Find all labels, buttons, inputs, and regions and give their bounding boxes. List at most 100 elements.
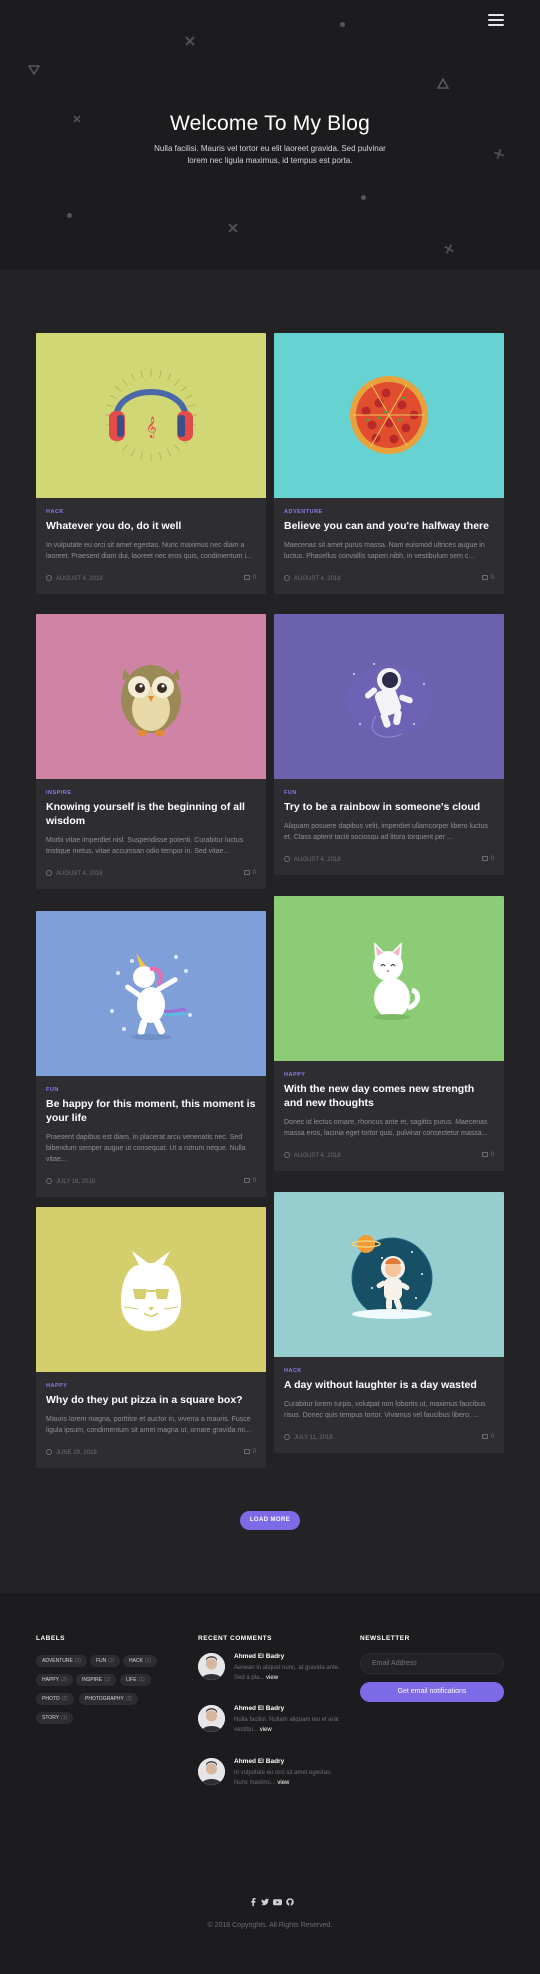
comment-icon — [481, 1434, 488, 1439]
post-card[interactable]: HAPPY With the new day comes new strengt… — [274, 896, 504, 1171]
post-tag[interactable]: ADVENTURE — [284, 509, 494, 515]
github-icon[interactable] — [286, 1898, 294, 1908]
label-name: STORY — [42, 1715, 60, 1721]
post-title[interactable]: A day without laughter is a day wasted — [284, 1378, 494, 1392]
footer: LABELS ADVENTURE (1) FUN (2) HACK (2) HAPPY (2)… — [0, 1593, 540, 1974]
view-comment-link[interactable]: view — [260, 1727, 272, 1733]
clock-icon — [46, 1178, 52, 1184]
label-chip-life[interactable]: LIFE (1) — [120, 1674, 151, 1686]
dot-decoration-icon — [361, 195, 366, 200]
label-name: INSPIRE — [82, 1677, 103, 1683]
comment-author[interactable]: Ahmed El Badry — [234, 1758, 284, 1765]
label-chip-story[interactable]: STORY (1) — [36, 1712, 74, 1724]
post-date-text: AUGUST 4, 2018 — [294, 857, 341, 863]
post-image[interactable] — [274, 333, 504, 498]
post-comments[interactable]: 0 — [243, 1449, 256, 1455]
post-date: JULY 11, 2018 — [284, 1434, 333, 1441]
post-date-text: AUGUST 4, 2018 — [294, 1153, 341, 1159]
post-meta: JULY 11, 2018 0 — [284, 1433, 494, 1443]
label-chip-inspire[interactable]: INSPIRE (1) — [76, 1674, 117, 1686]
post-excerpt: Mauris lorem magna, porttitor et auctor … — [46, 1416, 251, 1434]
hero-title: Welcome To My Blog — [169, 112, 371, 135]
load-more-button[interactable]: LOAD MORE — [240, 1511, 300, 1530]
recent-comment: Ahmed El Badry Aenean in aliquet nunc, a… — [198, 1653, 348, 1693]
post-comments[interactable]: 0 — [481, 575, 494, 581]
clock-icon — [284, 856, 290, 862]
post-comments[interactable]: 0 — [481, 1434, 494, 1440]
post-date-text: JUNE 29, 2018 — [56, 1450, 97, 1456]
post-card[interactable]: HAPPY Why do they put pizza in a square … — [36, 1207, 266, 1468]
post-image[interactable] — [36, 614, 266, 779]
hero-subtitle: Nulla facilisi. Mauris vel tortor eu eli… — [154, 144, 386, 165]
post-comments-count: 0 — [252, 1178, 256, 1184]
avatar[interactable] — [198, 1758, 225, 1785]
recent-comments-heading: RECENT COMMENTS — [198, 1635, 272, 1642]
post-tag[interactable]: HACK — [284, 1368, 494, 1374]
clock-icon — [284, 1434, 290, 1440]
post-card[interactable]: FUN Try to be a rainbow in someone's clo… — [274, 614, 504, 875]
post-tag[interactable]: FUN — [284, 790, 494, 796]
email-input[interactable]: Email Address — [360, 1653, 504, 1674]
post-comments[interactable]: 0 — [481, 1152, 494, 1158]
comment-author[interactable]: Ahmed El Badry — [234, 1653, 284, 1660]
hero-section: Welcome To My Blog Nulla facilisi. Mauri… — [0, 0, 540, 270]
post-tag[interactable]: HAPPY — [284, 1072, 494, 1078]
post-date: JUNE 29, 2018 — [46, 1449, 97, 1456]
avatar[interactable] — [198, 1653, 225, 1680]
post-title[interactable]: With the new day comes new strength and … — [284, 1082, 494, 1110]
post-excerpt: Aliquam posuere dapibus velit, imperdiet… — [284, 823, 488, 841]
label-chip-adventure[interactable]: ADVENTURE (1) — [36, 1655, 87, 1667]
clock-icon — [46, 870, 52, 876]
post-tag[interactable]: HAPPY — [46, 1383, 256, 1389]
cross-decoration-icon — [228, 223, 238, 233]
post-image[interactable] — [274, 1192, 504, 1357]
post-title[interactable]: Whatever you do, do it well — [46, 519, 256, 533]
post-card[interactable]: FUN Be happy for this moment, this momen… — [36, 911, 266, 1197]
post-comments[interactable]: 0 — [243, 1178, 256, 1184]
label-chip-hack[interactable]: HACK (2) — [123, 1655, 158, 1667]
comment-icon — [243, 1178, 250, 1183]
post-image[interactable] — [36, 1207, 266, 1372]
post-image[interactable] — [36, 911, 266, 1076]
avatar[interactable] — [198, 1705, 225, 1732]
post-title[interactable]: Try to be a rainbow in someone's cloud — [284, 800, 494, 814]
post-comments[interactable]: 0 — [243, 575, 256, 581]
post-tag[interactable]: INSPIRE — [46, 790, 256, 796]
post-card[interactable]: ADVENTURE Believe you can and you're hal… — [274, 333, 504, 594]
post-title[interactable]: Knowing yourself is the beginning of all… — [46, 800, 256, 828]
view-comment-link[interactable]: view — [277, 1780, 289, 1786]
post-comments[interactable]: 0 — [481, 856, 494, 862]
headphones-illustration-icon: 𝄞 — [36, 333, 266, 498]
post-date: AUGUST 4, 2018 — [284, 856, 341, 863]
twitter-icon[interactable] — [261, 1898, 269, 1908]
post-title[interactable]: Why do they put pizza in a square box? — [46, 1393, 256, 1407]
label-chip-photo[interactable]: PHOTO (2) — [36, 1693, 74, 1705]
comment-icon — [481, 1152, 488, 1157]
post-image[interactable] — [274, 614, 504, 779]
post-title[interactable]: Believe you can and you're halfway there — [284, 519, 494, 533]
youtube-icon[interactable] — [273, 1898, 282, 1908]
post-card[interactable]: HACK A day without laughter is a day was… — [274, 1192, 504, 1453]
space-kid-illustration-icon — [274, 1192, 504, 1357]
clock-icon — [284, 1152, 290, 1158]
post-date: JULY 18, 2018 — [46, 1178, 95, 1185]
post-title[interactable]: Be happy for this moment, this moment is… — [46, 1097, 256, 1125]
label-chip-photography[interactable]: PHOTOGRAPHY (3) — [79, 1693, 138, 1705]
facebook-icon[interactable] — [250, 1898, 256, 1908]
post-meta: AUGUST 4, 2018 0 — [284, 574, 494, 584]
subscribe-button[interactable]: Get email notifications — [360, 1682, 504, 1702]
post-tag[interactable]: FUN — [46, 1087, 256, 1093]
post-image[interactable]: 𝄞 — [36, 333, 266, 498]
label-chip-happy[interactable]: HAPPY (2) — [36, 1674, 74, 1686]
post-image[interactable] — [274, 896, 504, 1061]
post-meta: JUNE 29, 2018 0 — [46, 1448, 256, 1458]
post-comments[interactable]: 0 — [243, 870, 256, 876]
post-card[interactable]: 𝄞 HACK Whatever you do, do it well In vu… — [36, 333, 266, 594]
label-chip-fun[interactable]: FUN (2) — [90, 1655, 121, 1667]
hamburger-menu-icon[interactable] — [488, 14, 504, 26]
post-tag[interactable]: HACK — [46, 509, 256, 515]
view-comment-link[interactable]: view — [266, 1675, 278, 1681]
comment-author[interactable]: Ahmed El Badry — [234, 1705, 284, 1712]
post-meta: AUGUST 4, 2018 0 — [284, 855, 494, 865]
post-card[interactable]: INSPIRE Knowing yourself is the beginnin… — [36, 614, 266, 889]
